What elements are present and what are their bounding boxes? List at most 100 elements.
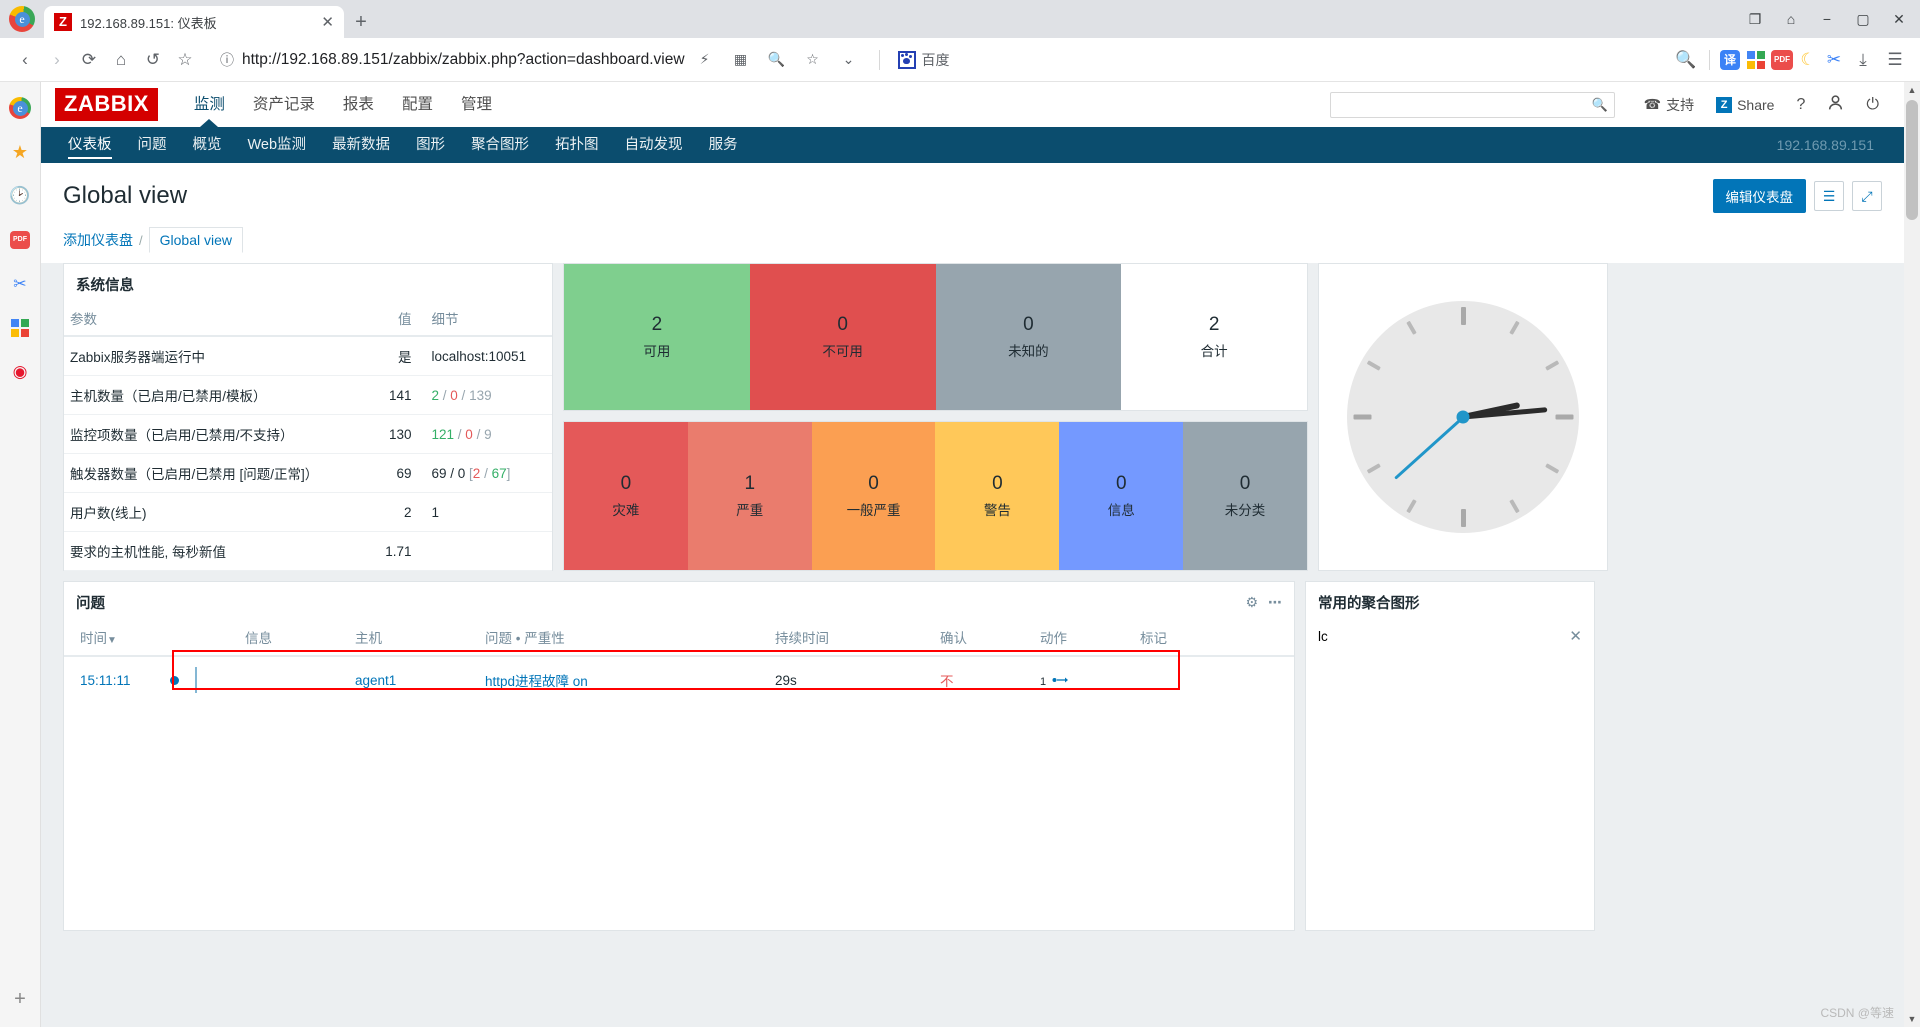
availability-cell-total[interactable]: 2 合计: [1121, 264, 1307, 410]
availability-cell-available[interactable]: 2 可用: [564, 264, 750, 410]
subnav-item-overview[interactable]: 概览: [180, 127, 235, 163]
close-icon[interactable]: ✕: [1569, 627, 1582, 645]
severity-cell-average[interactable]: 0 一般严重: [811, 422, 936, 570]
scissors-icon[interactable]: ✂: [1822, 48, 1846, 72]
translate-icon[interactable]: 译: [1718, 48, 1742, 72]
nav-item-reports[interactable]: 报表: [329, 82, 388, 127]
zoom-search-icon[interactable]: 🔍: [765, 48, 789, 72]
browser-logo-icon-rail[interactable]: [8, 96, 32, 120]
col-info[interactable]: 信息: [239, 619, 349, 657]
search-icon[interactable]: 🔍: [1671, 45, 1701, 75]
pdf-tool-icon[interactable]: PDF: [8, 228, 32, 252]
new-tab-button[interactable]: +: [344, 6, 378, 38]
subnav-item-latest-data[interactable]: 最新数据: [319, 127, 403, 163]
breadcrumb-current[interactable]: Global view: [148, 227, 243, 253]
toolbar-divider: [878, 49, 880, 70]
severity-cell-warning[interactable]: 0 警告: [935, 422, 1060, 570]
minimize-button[interactable]: −: [1810, 4, 1844, 34]
add-sidebar-item-button[interactable]: +: [14, 988, 26, 1011]
close-tab-icon[interactable]: ✕: [321, 13, 334, 31]
dashboard-menu-button[interactable]: ☰: [1814, 181, 1844, 211]
nav-item-administration[interactable]: 管理: [447, 82, 506, 127]
omnibox-star-icon[interactable]: ☆: [801, 48, 825, 72]
site-info-icon[interactable]: ⓘ: [220, 50, 234, 70]
col-actions[interactable]: 动作: [1034, 619, 1134, 657]
share-link[interactable]: Z Share: [1705, 96, 1785, 113]
help-icon[interactable]: ?: [1785, 96, 1816, 114]
chevron-down-icon[interactable]: ⌄: [837, 48, 861, 72]
subnav-item-graphs[interactable]: 图形: [403, 127, 458, 163]
support-link[interactable]: ☎ 支持: [1633, 95, 1705, 115]
subnav-item-maps[interactable]: 拓扑图: [542, 127, 612, 163]
col-time[interactable]: 时间▼: [64, 619, 164, 657]
col-host[interactable]: 主机: [349, 619, 479, 657]
subnav-item-web[interactable]: Web监测: [235, 127, 320, 163]
maximize-button[interactable]: ▢: [1846, 4, 1880, 34]
subnav-item-discovery[interactable]: 自动发现: [612, 127, 696, 163]
problem-time[interactable]: 15:11:11: [64, 656, 164, 703]
col-problem-severity[interactable]: 问题 • 严重性: [479, 619, 769, 657]
col-duration[interactable]: 持续时间: [769, 619, 934, 657]
apps-grid-icon[interactable]: [1744, 48, 1768, 72]
severity-cell-disaster[interactable]: 0 灾难: [564, 422, 688, 570]
subnav-item-dashboard[interactable]: 仪表板: [55, 127, 125, 163]
reload-icon[interactable]: ⟳: [74, 45, 104, 75]
address-bar[interactable]: ⓘ http://192.168.89.151/zabbix/zabbix.ph…: [210, 45, 1661, 75]
subnav-item-problems[interactable]: 问题: [125, 127, 180, 163]
user-profile-icon[interactable]: [1816, 94, 1855, 116]
problem-actions[interactable]: 1: [1034, 656, 1134, 703]
favorites-star-icon[interactable]: ★: [8, 140, 32, 164]
zabbix-logo[interactable]: ZABBIX: [55, 88, 158, 121]
problem-host[interactable]: agent1: [349, 656, 479, 703]
search-icon[interactable]: 🔍: [1591, 97, 1607, 113]
availability-cell-unavailable[interactable]: 0 不可用: [749, 264, 936, 410]
problem-ack[interactable]: 不: [934, 656, 1034, 703]
scroll-up-icon[interactable]: ▲: [1904, 82, 1920, 98]
sign-out-icon[interactable]: ⏻: [1855, 96, 1890, 114]
apps-grid-icon-rail[interactable]: [8, 316, 32, 340]
nav-item-monitoring[interactable]: 监测: [180, 82, 239, 127]
severity-cell-information[interactable]: 0 信息: [1059, 422, 1184, 570]
scroll-down-icon[interactable]: ▼: [1904, 1011, 1920, 1027]
nav-item-configuration[interactable]: 配置: [388, 82, 447, 127]
scissors-tool-icon[interactable]: ✂: [8, 272, 32, 296]
lightning-icon[interactable]: ⚡: [693, 48, 717, 72]
qrcode-icon[interactable]: ▦: [729, 48, 753, 72]
close-window-button[interactable]: ✕: [1882, 4, 1916, 34]
breadcrumb-add-dashboard[interactable]: 添加仪表盘: [63, 230, 133, 250]
availability-cell-unknown[interactable]: 0 未知的: [935, 264, 1122, 410]
pdf-icon[interactable]: PDF: [1770, 48, 1794, 72]
bookmark-star-icon[interactable]: ☆: [170, 45, 200, 75]
more-options-icon[interactable]: ⋯: [1268, 594, 1282, 611]
search-input[interactable]: [1336, 97, 1592, 112]
problem-name[interactable]: httpd进程故障 on: [479, 656, 769, 703]
baidu-search-engine[interactable]: 百度: [897, 50, 950, 70]
night-mode-icon[interactable]: ☾: [1796, 48, 1820, 72]
severity-cell-high[interactable]: 1 严重: [687, 422, 812, 570]
page-scrollbar[interactable]: ▲ ▼: [1904, 82, 1920, 1027]
back-icon[interactable]: ‹: [10, 45, 40, 75]
split-screen-icon[interactable]: ❐: [1738, 4, 1772, 34]
fullscreen-button[interactable]: ⤢: [1852, 181, 1882, 211]
severity-cell-not-classified[interactable]: 0 未分类: [1183, 422, 1307, 570]
shield-icon[interactable]: ⌂: [1774, 4, 1808, 34]
subnav-item-services[interactable]: 服务: [696, 127, 751, 163]
forward-icon[interactable]: ›: [42, 45, 72, 75]
scrollbar-thumb[interactable]: [1906, 100, 1918, 220]
availability-count: 2: [1208, 314, 1220, 335]
history-icon[interactable]: ↺: [138, 45, 168, 75]
weibo-icon[interactable]: ◉: [8, 360, 32, 384]
list-item[interactable]: lc ✕: [1306, 619, 1594, 653]
history-clock-icon[interactable]: 🕑: [8, 184, 32, 208]
global-search[interactable]: 🔍: [1329, 91, 1615, 118]
subnav-item-screens[interactable]: 聚合图形: [458, 127, 542, 163]
gear-icon[interactable]: ⚙: [1245, 594, 1258, 611]
menu-icon[interactable]: ☰: [1880, 45, 1910, 75]
browser-tab[interactable]: Z 192.168.89.151: 仪表板 ✕: [44, 6, 344, 38]
table-row[interactable]: 15:11:11 agent1 httpd进程故障 on 29s 不 1: [64, 656, 1294, 703]
home-icon[interactable]: ⌂: [106, 45, 136, 75]
download-icon[interactable]: ⤓: [1848, 45, 1878, 75]
edit-dashboard-button[interactable]: 编辑仪表盘: [1712, 179, 1806, 213]
col-ack[interactable]: 确认: [934, 619, 1034, 657]
nav-item-inventory[interactable]: 资产记录: [239, 82, 329, 127]
